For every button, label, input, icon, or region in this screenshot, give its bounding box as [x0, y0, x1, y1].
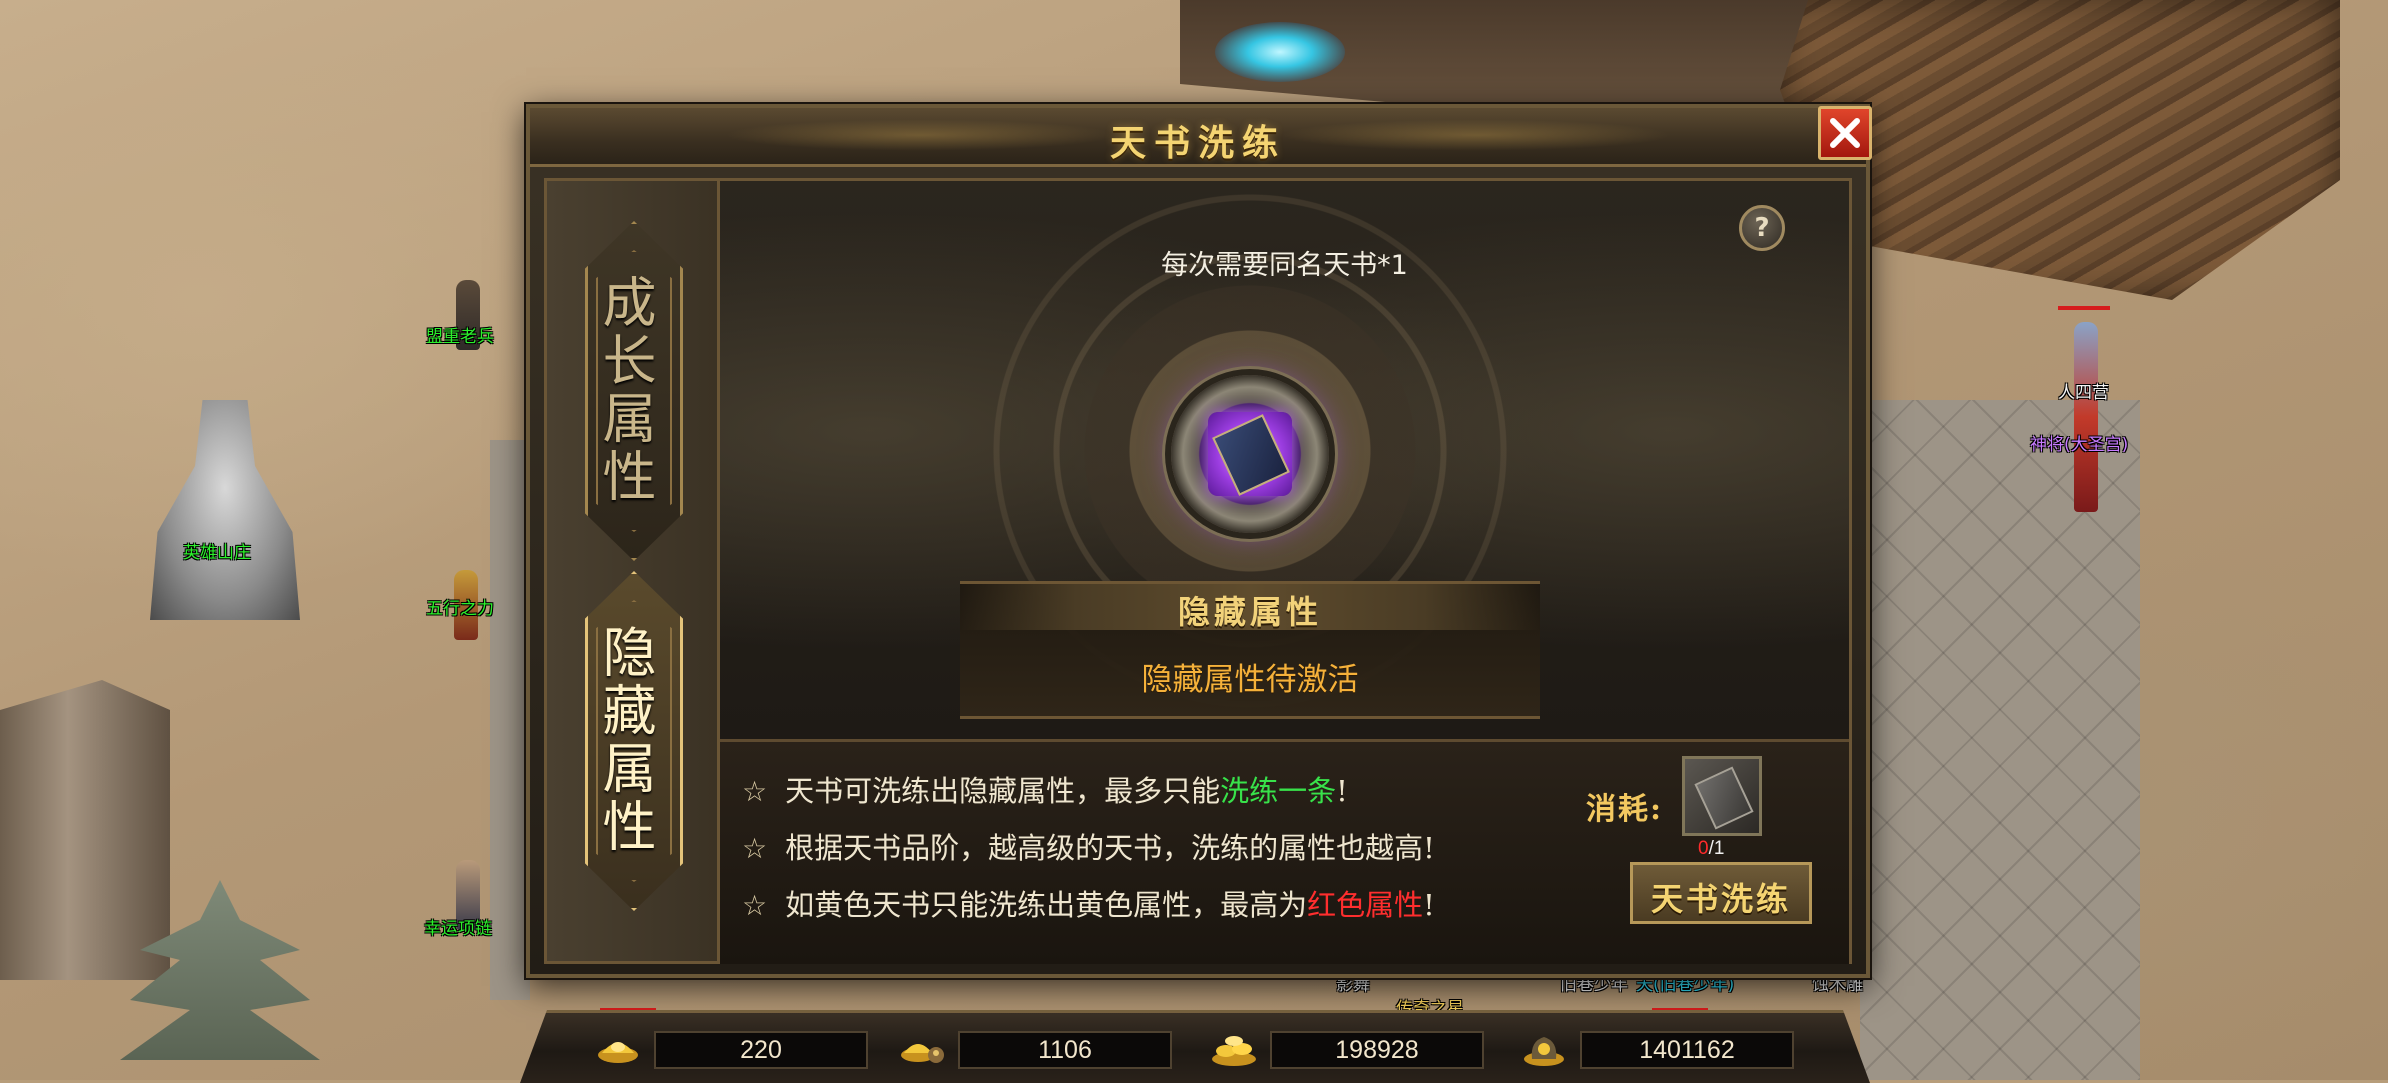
gold-ingot-value: 220 [654, 1031, 868, 1069]
npc-label[interactable]: 人四营 [2058, 378, 2109, 403]
cost-count: 0/1 [1698, 838, 1725, 859]
close-button[interactable] [1818, 106, 1872, 160]
npc-label[interactable]: 神将(大圣宫) [2030, 430, 2128, 455]
gold-pile-icon [1212, 1036, 1256, 1066]
attribute-title: 隐藏属性 [1177, 593, 1322, 631]
requirement-hint: 每次需要同名天书*1 [1161, 250, 1408, 281]
refine-main-area: 每次需要同名天书*1 ? 隐藏属性 隐藏属性待激活 [720, 181, 1849, 739]
tianshu-item-slot[interactable] [1171, 375, 1329, 533]
rule-line: ☆ 根据天书品阶，越高级的天书，洗练的属性也越高! [742, 831, 1435, 865]
stone-floor [490, 440, 530, 1000]
resource-bar: 220 1106 198928 1401162 [520, 1010, 1870, 1083]
tianshu-refine-dialog: 天书洗练 成长属性 隐藏属性 每次需要同名天书*1 ? 隐藏属性 隐藏属性待激活… [526, 104, 1872, 978]
tab-label: 隐藏属性 [593, 624, 656, 856]
tab-sidebar: 成长属性 隐藏属性 [547, 181, 720, 961]
tab-label: 成长属性 [593, 274, 656, 506]
hero-statue[interactable] [150, 400, 300, 620]
coin-bag-icon [1524, 1037, 1564, 1066]
npc-label[interactable]: 英雄山庄 [183, 538, 251, 563]
tab-hidden-attributes[interactable]: 隐藏属性 [585, 571, 683, 911]
hidden-attribute-panel: 隐藏属性 隐藏属性待激活 [960, 581, 1540, 719]
refine-button[interactable]: 天书洗练 [1630, 862, 1812, 924]
npc-character[interactable] [2066, 312, 2106, 512]
gold-pile-value: 198928 [1270, 1031, 1484, 1069]
cost-label: 消耗: [1586, 792, 1664, 827]
rule-line: ☆ 天书可洗练出隐藏属性，最多只能洗练一条! [742, 774, 1348, 808]
ingot-bag-value: 1106 [958, 1031, 1172, 1069]
npc-label[interactable]: 幸运项链 [424, 914, 492, 939]
dialog-content: 成长属性 隐藏属性 每次需要同名天书*1 ? 隐藏属性 隐藏属性待激活 ☆ 天书… [544, 178, 1852, 964]
hp-bar [2058, 306, 2110, 310]
npc-label[interactable]: 盟重老兵 [426, 322, 494, 347]
gold-ingot-icon [598, 1042, 638, 1063]
ingot-bag-icon [901, 1044, 944, 1063]
npc-label[interactable]: 五行之力 [426, 594, 494, 619]
star-icon: ☆ [742, 889, 768, 922]
tab-growth-attributes[interactable]: 成长属性 [585, 221, 683, 561]
cost-item-slot[interactable] [1682, 756, 1762, 836]
stone-pillar [0, 680, 170, 980]
dialog-titlebar[interactable]: 天书洗练 [530, 106, 1872, 167]
attribute-status: 隐藏属性待激活 [1141, 662, 1359, 698]
dialog-title: 天书洗练 [1109, 122, 1286, 164]
teleport-portal[interactable] [1215, 22, 1345, 82]
book-icon [1694, 766, 1754, 830]
star-icon: ☆ [742, 832, 768, 865]
star-icon: ☆ [742, 775, 768, 808]
rules-panel: ☆ 天书可洗练出隐藏属性，最多只能洗练一条! ☆ 根据天书品阶，越高级的天书，洗练的… [720, 739, 1849, 964]
help-icon[interactable]: ? [1739, 205, 1785, 251]
close-icon [1830, 118, 1860, 148]
coin-bag-value: 1401162 [1580, 1031, 1794, 1069]
rule-line: ☆ 如黄色天书只能洗练出黄色属性，最高为红色属性! [742, 888, 1435, 922]
